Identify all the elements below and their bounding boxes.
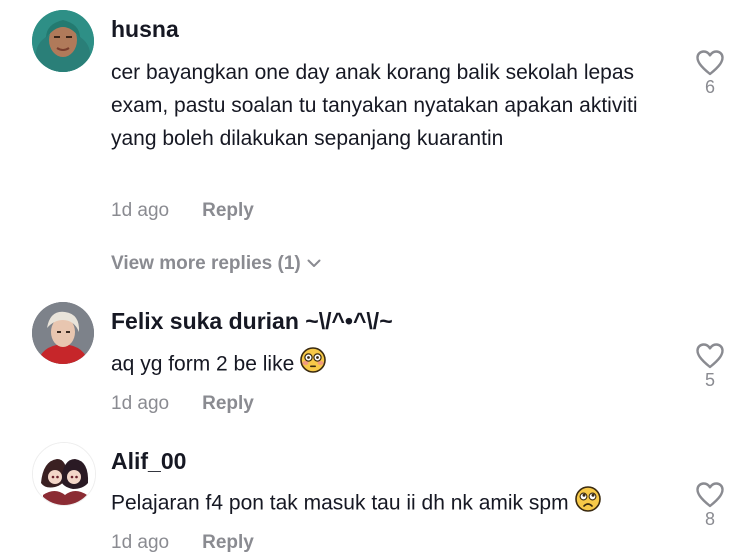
avatar[interactable] [32, 10, 94, 72]
comment-text: aq yg form 2 be like [111, 352, 295, 376]
like-count: 5 [704, 370, 715, 390]
like-button[interactable]: 8 [694, 482, 726, 530]
like-button[interactable]: 5 [694, 343, 726, 391]
comment-text: cer bayangkan one day anak korang balik … [111, 61, 638, 150]
avatar-image [32, 10, 94, 72]
reply-button[interactable]: Reply [202, 393, 254, 414]
comment-meta: 1d ago Reply [111, 393, 254, 415]
heart-icon [696, 482, 724, 508]
heart-icon [696, 343, 724, 369]
chevron-down-icon [307, 259, 321, 268]
comment-username[interactable]: Alif_00 [111, 448, 186, 475]
pleading-face-emoji [574, 486, 601, 522]
comment-username[interactable]: husna [111, 16, 179, 43]
avatar-image [32, 302, 94, 364]
avatar[interactable] [32, 302, 94, 364]
comment-text-row: Pelajaran f4 pon tak masuk tau ii dh nk … [111, 486, 671, 522]
flushed-face-emoji [300, 347, 327, 383]
comment-time: 1d ago [111, 200, 170, 221]
reply-button[interactable]: Reply [202, 532, 254, 553]
comment-time: 1d ago [111, 532, 170, 553]
reply-button[interactable]: Reply [202, 200, 254, 221]
comment-meta: 1d ago Reply [111, 532, 254, 554]
view-more-replies[interactable]: View more replies (1) [111, 253, 321, 275]
like-button[interactable]: 6 [694, 50, 726, 98]
comment-username[interactable]: Felix suka durian ~\/^•^\/~ [111, 308, 393, 335]
view-more-label: View more replies (1) [111, 253, 301, 274]
heart-icon [696, 50, 724, 76]
comment-text-row: aq yg form 2 be like [111, 347, 671, 383]
avatar[interactable] [32, 442, 96, 506]
like-count: 6 [704, 77, 715, 97]
comment-time: 1d ago [111, 393, 170, 414]
avatar-image [33, 443, 95, 505]
comment-text: Pelajaran f4 pon tak masuk tau ii dh nk … [111, 491, 569, 515]
comment-meta: 1d ago Reply [111, 200, 254, 222]
like-count: 8 [704, 509, 715, 529]
